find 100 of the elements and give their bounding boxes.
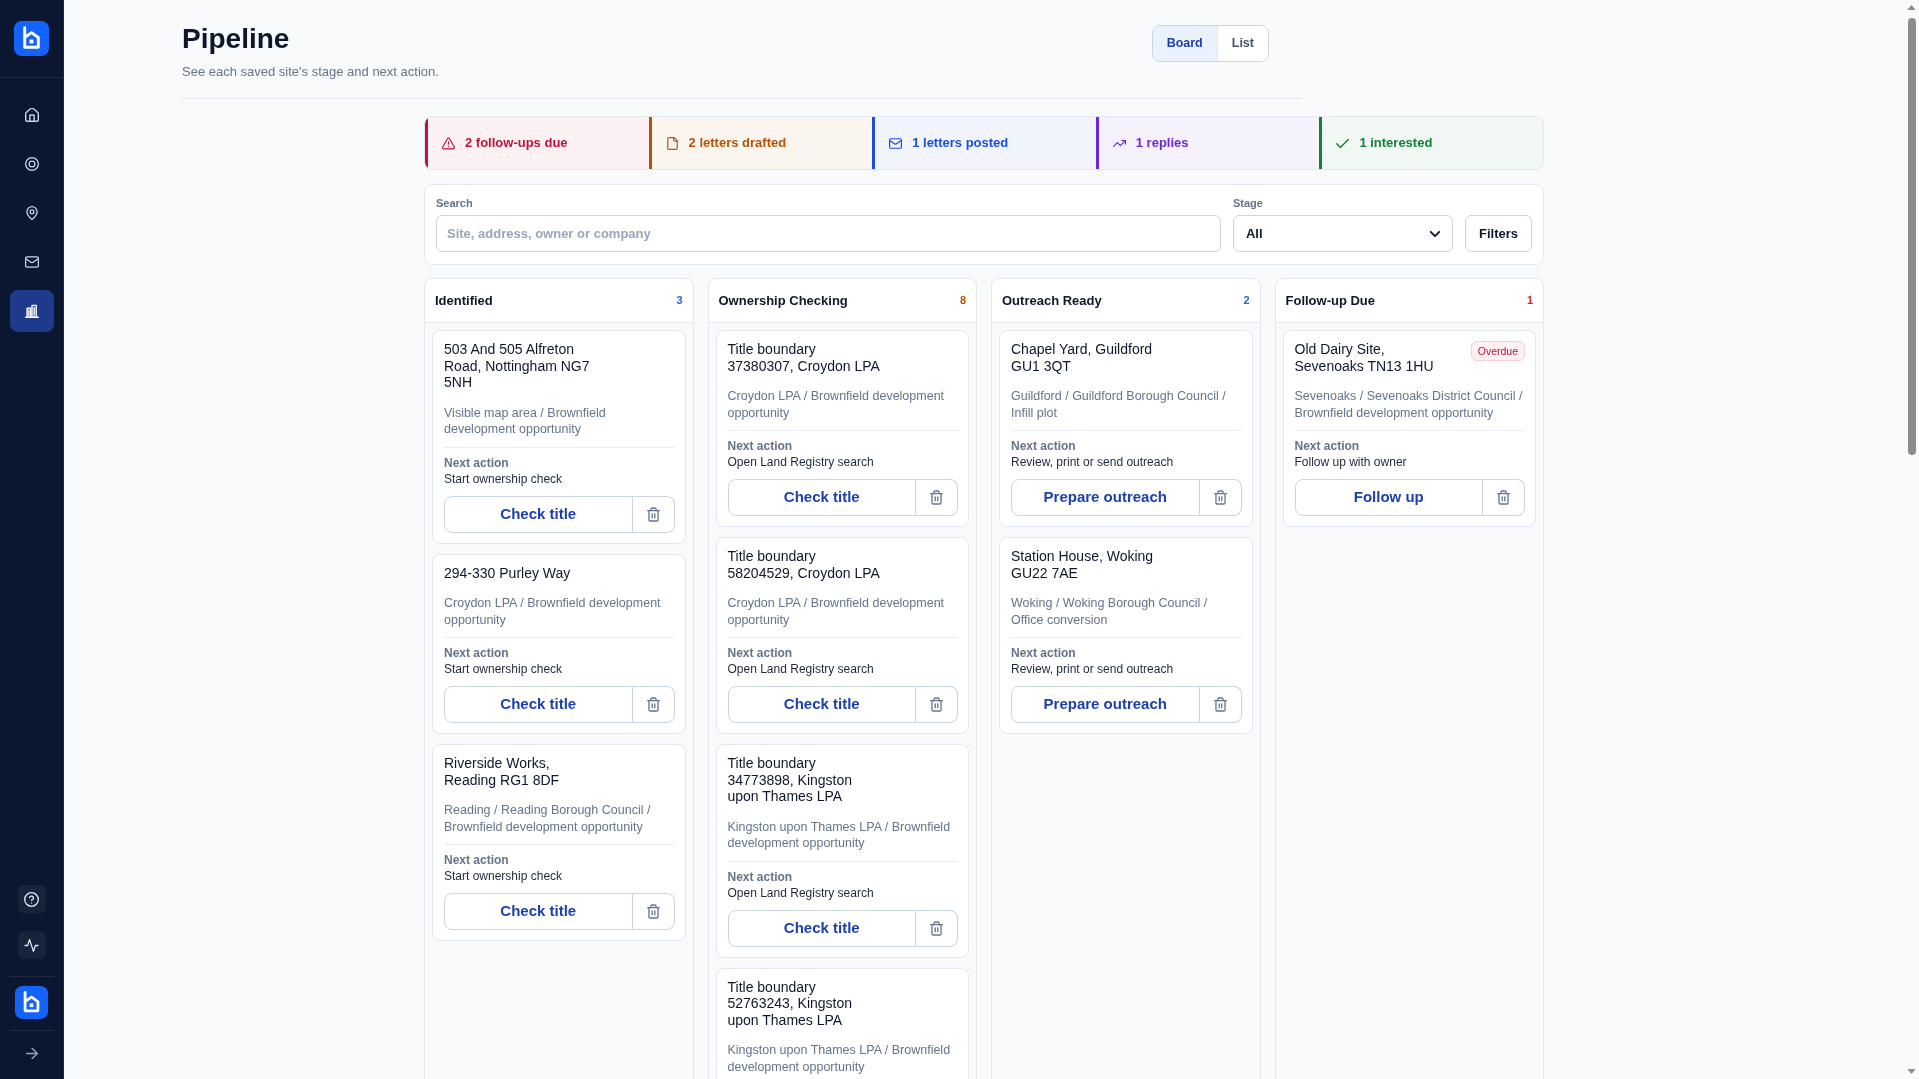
next-action-text: Review, print or send outreach bbox=[1011, 454, 1175, 470]
view-tab[interactable]: Board bbox=[1152, 26, 1217, 61]
next-action-label: Next action bbox=[1011, 645, 1077, 661]
mail-icon bbox=[24, 255, 39, 269]
summary-label: 1 letters posted bbox=[912, 134, 1009, 153]
caret-down-icon[interactable] bbox=[1907, 1069, 1916, 1074]
chevron-down-icon bbox=[1430, 230, 1440, 237]
site-title: Riverside Works, Reading RG1 8DF bbox=[444, 755, 561, 788]
trash-icon bbox=[930, 920, 943, 936]
column-count: 2 bbox=[1243, 293, 1250, 309]
next-action-text: Follow up with owner bbox=[1294, 454, 1408, 470]
logo-icon[interactable] bbox=[15, 986, 48, 1019]
nav-item[interactable] bbox=[9, 290, 54, 332]
column-title: Identified bbox=[435, 291, 493, 310]
summary-label: 1 interested bbox=[1359, 134, 1433, 153]
warning-icon bbox=[442, 136, 455, 150]
delete-button[interactable] bbox=[916, 686, 958, 723]
next-action-label: Next action bbox=[444, 852, 510, 868]
status-badge: Overdue bbox=[1470, 341, 1525, 361]
trash-icon bbox=[1497, 490, 1510, 505]
site-title: Chapel Yard, Guildford GU1 3QT bbox=[1011, 341, 1154, 374]
next-action-label: Next action bbox=[444, 645, 510, 661]
site-title: Old Dairy Site, Sevenoaks TN13 1HU bbox=[1294, 341, 1435, 374]
action-button[interactable]: Check title bbox=[727, 686, 916, 723]
trash-icon bbox=[930, 697, 943, 712]
buildings-icon bbox=[24, 304, 39, 318]
mail-icon bbox=[889, 136, 903, 150]
summary-label: 2 letters drafted bbox=[688, 134, 787, 153]
site-meta: Croydon LPA / Brownfield development opportunity bbox=[444, 595, 662, 628]
next-action-text: Open Land Registry search bbox=[727, 454, 875, 470]
filters-button[interactable]: Filters bbox=[1465, 215, 1532, 252]
next-action-text: Start ownership check bbox=[444, 868, 564, 884]
delete-button[interactable] bbox=[1199, 686, 1242, 723]
target-icon bbox=[24, 157, 39, 171]
site-title: Title boundary 58204529, Croydon LPA bbox=[727, 548, 881, 581]
map-pin-icon bbox=[24, 206, 39, 220]
delete-button[interactable] bbox=[916, 909, 958, 947]
document-icon bbox=[665, 136, 679, 150]
column-title: Outreach Ready bbox=[1002, 291, 1102, 310]
site-meta: Sevenoaks / Sevenoaks District Council / Brownfield development opportunity bbox=[1294, 388, 1524, 421]
trash-icon bbox=[1213, 697, 1227, 712]
action-button[interactable]: Check title bbox=[444, 893, 633, 930]
page-subtitle: See each saved site's stage and next action. bbox=[182, 63, 439, 81]
site-title: 503 And 505 Alfreton Road, Nottingham NG7 5NH bbox=[444, 341, 591, 391]
site-meta: Guildford / Guildford Borough Council / Infill plot bbox=[1011, 388, 1227, 421]
site-meta: Croydon LPA / Brownfield development opportunity bbox=[727, 595, 946, 628]
action-button[interactable]: Check title bbox=[727, 479, 916, 516]
action-button[interactable]: Prepare outreach bbox=[1011, 686, 1200, 723]
next-action-text: Open Land Registry search bbox=[727, 661, 875, 677]
site-title: Title boundary 52763243, Kingston upon Thames LPA bbox=[727, 978, 854, 1028]
check-icon bbox=[1336, 136, 1350, 150]
trash-icon bbox=[646, 904, 660, 919]
next-action-label: Next action bbox=[727, 645, 794, 661]
column-title: Follow-up Due bbox=[1285, 291, 1376, 310]
next-action-label: Next action bbox=[1294, 438, 1361, 454]
site-title: Title boundary 34773898, Kingston upon Thames LPA bbox=[727, 755, 854, 805]
caret-up-icon[interactable] bbox=[1907, 5, 1916, 10]
delete-button[interactable] bbox=[632, 893, 675, 930]
site-title: 294-330 Purley Way bbox=[444, 564, 571, 581]
logo-icon[interactable] bbox=[14, 21, 49, 56]
action-button[interactable]: Prepare outreach bbox=[1011, 479, 1200, 516]
delete-button[interactable] bbox=[1483, 479, 1525, 516]
delete-button[interactable] bbox=[1199, 479, 1242, 516]
action-button[interactable]: Check title bbox=[444, 495, 633, 533]
site-title: Title boundary 37380307, Croydon LPA bbox=[727, 341, 881, 374]
delete-button[interactable] bbox=[632, 495, 675, 533]
summary-label: 1 replies bbox=[1135, 134, 1189, 153]
action-button[interactable]: Check title bbox=[444, 686, 633, 723]
help-button[interactable] bbox=[17, 885, 46, 913]
action-button[interactable]: Check title bbox=[727, 909, 916, 947]
pulse-icon bbox=[24, 938, 39, 952]
trash-icon bbox=[646, 697, 660, 712]
next-action-text: Start ownership check bbox=[444, 661, 564, 677]
column-count: 8 bbox=[959, 293, 966, 309]
site-meta: Croydon LPA / Brownfield development opportunity bbox=[727, 388, 946, 421]
action-button[interactable]: Follow up bbox=[1294, 479, 1483, 516]
next-action-label: Next action bbox=[1011, 438, 1077, 454]
next-action-label: Next action bbox=[727, 868, 794, 885]
column-count: 1 bbox=[1526, 293, 1533, 309]
site-meta: Kingston upon Thames LPA / Brownfield development opportunity bbox=[727, 818, 952, 852]
site-meta: Woking / Woking Borough Council / Office conversion bbox=[1011, 595, 1209, 628]
delete-button[interactable] bbox=[632, 686, 675, 723]
stage-select[interactable]: All bbox=[1233, 215, 1453, 252]
view-tab[interactable]: List bbox=[1216, 26, 1268, 61]
home-icon bbox=[24, 108, 39, 122]
delete-button[interactable] bbox=[916, 479, 958, 516]
field-label: Stage bbox=[1233, 196, 1264, 210]
summary-label: 2 follow-ups due bbox=[465, 134, 568, 153]
next-action-text: Review, print or send outreach bbox=[1011, 661, 1175, 677]
help-icon bbox=[24, 891, 39, 907]
trash-icon bbox=[646, 506, 660, 522]
column-title: Ownership Checking bbox=[718, 291, 848, 310]
arrow-right-icon[interactable] bbox=[25, 1048, 38, 1059]
activity-button[interactable] bbox=[17, 931, 46, 959]
scrollbar-thumb[interactable] bbox=[1907, 18, 1916, 455]
trash-icon bbox=[1213, 490, 1227, 505]
next-action-label: Next action bbox=[727, 438, 794, 454]
site-meta: Visible map area / Brownfield development opportunity bbox=[444, 404, 607, 438]
search-field[interactable]: Site, address, owner or company bbox=[436, 215, 1221, 252]
page-title: Pipeline bbox=[182, 22, 291, 56]
